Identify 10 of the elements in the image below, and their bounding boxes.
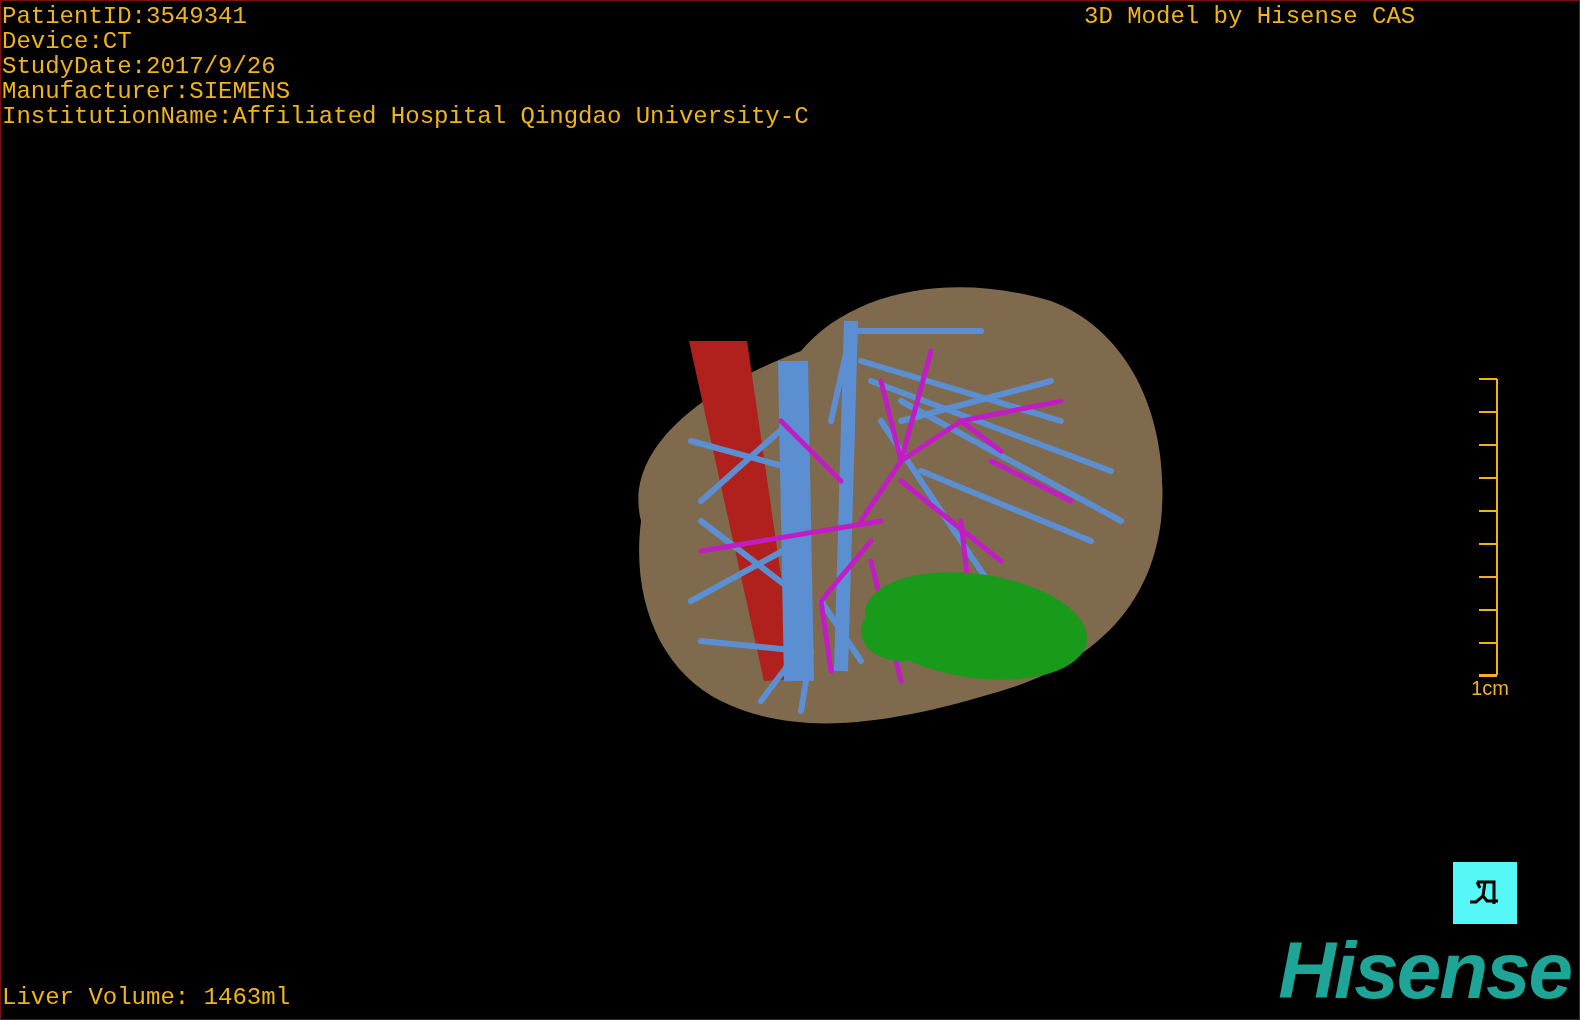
study-info-text: InstitutionName:Affiliated Hospital Qingdao University-C — [2, 104, 809, 129]
scale-label: 1cm — [1471, 677, 1509, 700]
model-title: 3D Model by Hisense CAS — [1084, 4, 1416, 29]
study-info-text: Manufacturer:SIEMENS — [2, 79, 292, 104]
study-info-text: PatientID:3549341 — [2, 4, 248, 29]
tool-button[interactable] — [1453, 862, 1517, 924]
study-info-text: StudyDate:2017/9/26 — [2, 54, 277, 79]
study-info-text: Device:CT — [2, 29, 133, 54]
liver-volume-text: Liver Volume: 1463ml — [2, 985, 291, 1010]
hisense-logo: Hisense — [1278, 931, 1572, 1011]
